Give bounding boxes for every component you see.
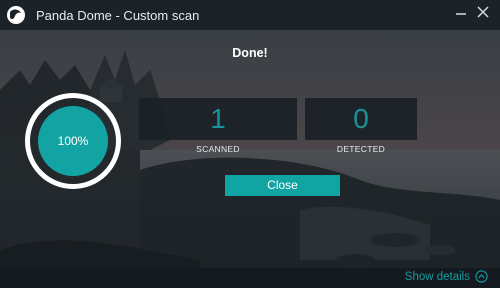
show-details-link[interactable]: Show details [405, 270, 488, 283]
panda-logo-icon [7, 6, 25, 24]
close-window-button[interactable] [474, 5, 492, 23]
status-heading: Done! [232, 46, 268, 60]
detected-count: 0 [353, 103, 369, 134]
detected-count-box: 0 [305, 98, 417, 140]
minimize-icon [456, 13, 466, 15]
footer-bar: Show details [0, 268, 500, 288]
scanned-count-box: 1 [139, 98, 297, 140]
scanned-label: SCANNED [196, 144, 240, 154]
title-bar: Panda Dome - Custom scan [0, 0, 500, 30]
close-button[interactable]: Close [225, 175, 340, 196]
scan-window: Panda Dome - Custom scan Done! 100% 1 SC… [0, 0, 500, 288]
show-details-label: Show details [404, 270, 470, 283]
window-title: Panda Dome - Custom scan [36, 7, 200, 23]
minimize-button[interactable] [452, 5, 470, 23]
close-icon [477, 6, 489, 18]
progress-value: 100% [38, 106, 108, 176]
detected-label: DETECTED [336, 144, 386, 154]
scanned-count: 1 [210, 103, 226, 134]
progress-indicator: 100% [25, 93, 121, 189]
chevron-up-circle-icon [475, 270, 488, 283]
